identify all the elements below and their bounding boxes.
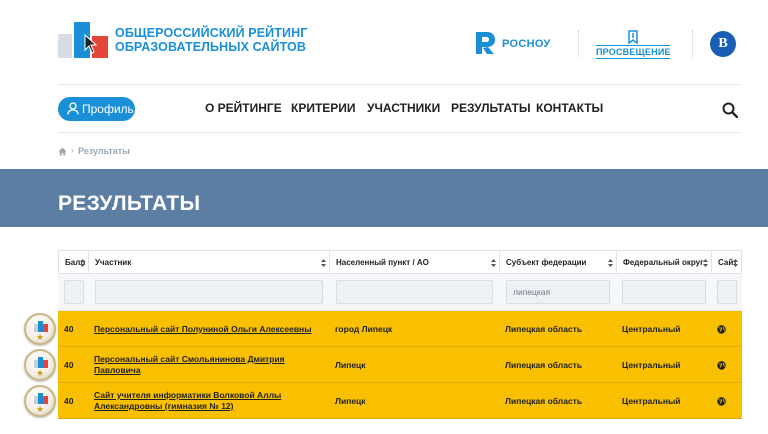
filter-city-input[interactable] [336,280,493,304]
page-title: РЕЗУЛЬТАТЫ [58,192,201,215]
sort-icon [80,259,85,267]
cell-district: Центральный [622,359,681,370]
cell-district: Центральный [622,395,681,406]
breadcrumb-separator: › [71,146,74,155]
partner-prosveshchenie-label: ПРОСВЕЩЕНИЕ [596,45,671,59]
column-header-district[interactable]: Федеральный округ [616,251,711,274]
cell-site [711,311,742,347]
cursor-icon [84,34,98,54]
column-header-site[interactable]: Сайт [711,251,742,274]
table-row: ★ 40 Персональный сайт Полуниной Ольги А… [24,311,742,347]
header-divider [58,84,741,85]
cell-region: Липецкая область [505,359,583,370]
partner-rosnou[interactable]: РОСНОУ [474,30,570,56]
cell-region: Липецкая область [505,323,583,334]
site-title-line2: ОБРАЗОВАТЕЛЬНЫХ САЙТОВ [115,40,306,54]
nav-divider [58,132,741,133]
cell-city: Липецк [335,395,366,406]
partner-hse-logo-icon[interactable]: В [710,31,736,57]
nav-item-contacts[interactable]: КОНТАКТЫ [536,101,603,115]
logo-icon[interactable] [58,22,108,58]
filter-district-input[interactable] [622,280,706,304]
cell-participant: Персональный сайт Смольянинова Дмитрия П… [88,347,329,383]
sort-icon [491,259,496,267]
profile-button[interactable]: Профиль [58,97,135,121]
participant-link[interactable]: Сайт учителя информатики Волковой Аллы А… [94,390,329,412]
cell-city: город Липецк [335,323,393,334]
partner-prosveshchenie[interactable]: ПРОСВЕЩЕНИЕ [596,30,671,59]
column-header-label: Населенный пункт / АО [336,258,429,267]
nav-item-results[interactable]: РЕЗУЛЬТАТЫ [451,101,531,115]
rosnou-logo-icon [476,32,495,54]
breadcrumb-current: Результаты [78,146,130,156]
sort-icon [608,259,613,267]
cell-site [711,347,742,383]
partner-divider [692,30,693,58]
medal-icon: ★ [24,313,56,345]
filter-row: липецкая [58,274,742,311]
profile-button-label: Профиль [82,102,134,116]
medal-icon: ★ [24,385,56,417]
globe-icon[interactable] [717,324,726,334]
partner-rosnou-label: РОСНОУ [502,38,551,50]
search-icon[interactable] [722,102,738,118]
column-header-region[interactable]: Субъект федерации [499,251,616,274]
prosveshchenie-logo-icon [628,30,638,44]
sort-icon [733,259,738,267]
globe-icon[interactable] [717,396,726,406]
table-header: Балл Участник Населенный пункт / АО Субъ… [58,250,742,274]
cell-site [711,383,742,419]
column-header-label: Участник [95,258,132,267]
column-header-participant[interactable]: Участник [88,251,329,274]
site-title[interactable]: ОБЩЕРОССИЙСКИЙ РЕЙТИНГ ОБРАЗОВАТЕЛЬНЫХ С… [115,26,315,54]
participant-link[interactable]: Персональный сайт Смольянинова Дмитрия П… [94,354,329,376]
nav-item-participants[interactable]: УЧАСТНИКИ [367,101,440,115]
cell-district: Центральный [622,323,681,334]
sort-icon [703,259,708,267]
filter-site-input[interactable] [717,280,737,304]
filter-region-input[interactable]: липецкая [506,280,610,304]
column-header-label: Федеральный округ [623,258,704,267]
home-icon[interactable] [58,147,67,156]
cell-participant: Сайт учителя информатики Волковой Аллы А… [88,383,329,419]
column-header-city[interactable]: Населенный пункт / АО [329,251,499,274]
cell-score: 40 [64,359,74,370]
partner-divider [578,30,579,58]
column-header-label: Субъект федерации [506,258,587,267]
filter-score-input[interactable] [64,280,84,304]
globe-icon[interactable] [717,360,726,370]
site-header: ОБЩЕРОССИЙСКИЙ РЕЙТИНГ ОБРАЗОВАТЕЛЬНЫХ С… [0,0,768,84]
nav-item-about[interactable]: О РЕЙТИНГЕ [205,101,282,115]
site-title-line1: ОБЩЕРОССИЙСКИЙ РЕЙТИНГ [115,26,308,40]
filter-participant-input[interactable] [95,280,323,304]
table-row: ★ 40 Персональный сайт Смольянинова Дмит… [24,347,742,383]
cell-participant: Персональный сайт Полуниной Ольги Алексе… [88,311,329,347]
cell-score: 40 [64,323,74,334]
cell-region: Липецкая область [505,395,583,406]
cell-city: Липецк [335,359,366,370]
cell-score: 40 [64,395,74,406]
table-row: ★ 40 Сайт учителя информатики Волковой А… [24,383,742,419]
nav-item-criteria[interactable]: КРИТЕРИИ [291,101,356,115]
user-icon [67,102,79,115]
sort-icon [321,259,326,267]
column-header-score[interactable]: Балл [58,251,88,274]
participant-link[interactable]: Персональный сайт Полуниной Ольги Алексе… [94,324,311,335]
medal-icon: ★ [24,349,56,381]
